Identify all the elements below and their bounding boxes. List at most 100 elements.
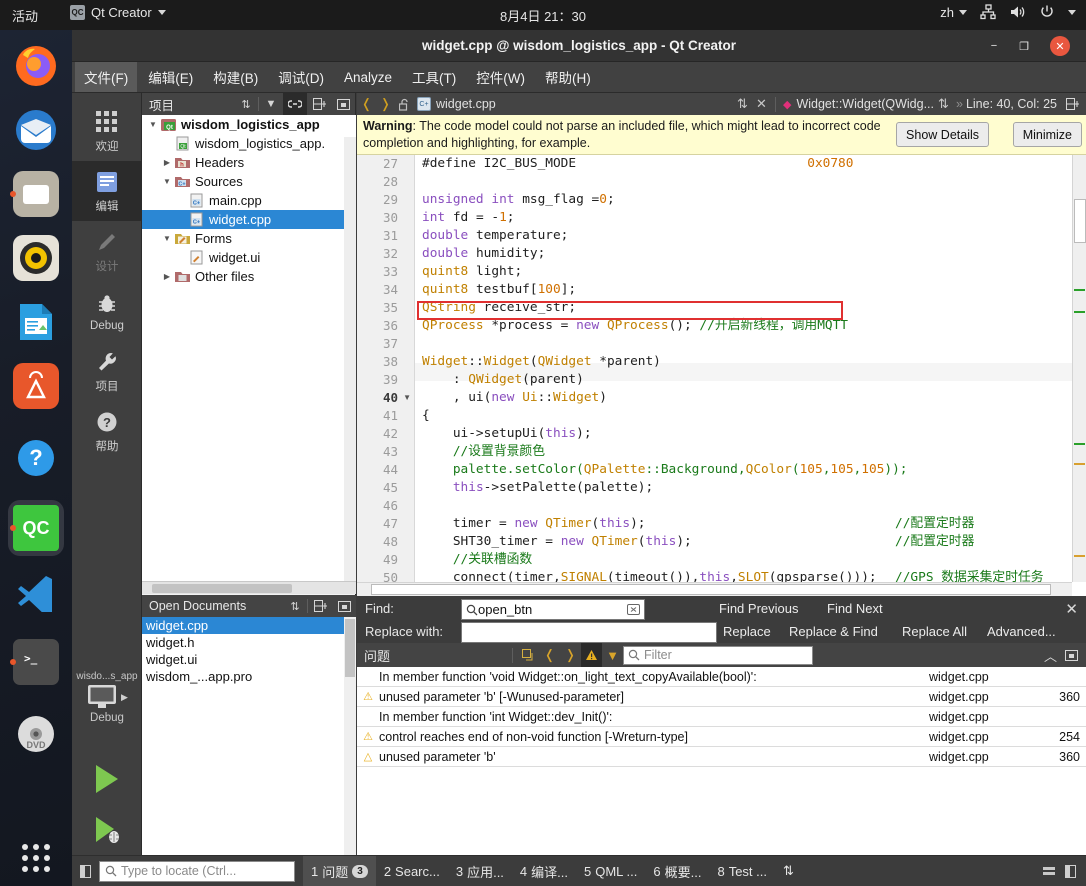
list-item[interactable]: widget.h (142, 634, 356, 651)
tree-item-forms[interactable]: ▼ Forms (142, 229, 356, 248)
symbol-combo-arrow-icon[interactable]: ⇅ (934, 93, 953, 115)
network-icon[interactable] (980, 4, 996, 20)
close-icon[interactable] (331, 93, 355, 115)
filter-input[interactable]: Filter (623, 645, 813, 665)
twisty-right-icon[interactable]: ▶ (160, 272, 174, 281)
fold-marker-icon[interactable]: ▼ (403, 389, 411, 407)
dock-item-libreoffice-writer[interactable] (8, 294, 64, 350)
copy-icon[interactable] (518, 643, 539, 667)
unlock-icon[interactable] (395, 93, 414, 115)
sidebar-toggle-icon[interactable] (80, 864, 91, 878)
dock-item-ubuntu-software[interactable] (8, 358, 64, 414)
clock[interactable]: 8月4日 21：30 (0, 6, 1086, 25)
run-button[interactable] (72, 753, 142, 805)
output-toggle-icon[interactable] (1065, 864, 1076, 878)
menu-build[interactable]: 构建(B) (204, 62, 267, 92)
mode-projects[interactable]: 项目 (72, 341, 142, 401)
advanced-button[interactable]: Advanced... (987, 624, 1056, 639)
clear-icon[interactable] (627, 604, 640, 615)
show-applications-button[interactable] (8, 830, 64, 886)
sort-icon[interactable]: ⇅ (283, 595, 307, 617)
tree-item-other-files[interactable]: ▶ Other files (142, 267, 356, 286)
list-item[interactable]: wisdom_...app.pro (142, 668, 356, 685)
dock-item-help[interactable]: ? (8, 430, 64, 486)
tab-compile[interactable]: 4 编译... (512, 856, 576, 886)
table-row[interactable]: In member function 'void Widget::on_ligh… (357, 667, 1086, 687)
chevron-up-icon[interactable]: ︿ (1040, 643, 1061, 667)
dock-item-dvd[interactable]: DVD (8, 706, 64, 762)
table-row[interactable]: ⚠ control reaches end of non-void functi… (357, 727, 1086, 747)
tree-item-pro-file[interactable]: Qt wisdom_logistics_app. (142, 134, 356, 153)
dock-item-vscode[interactable] (8, 564, 64, 620)
mode-welcome[interactable]: 欢迎 (72, 101, 142, 161)
warning-filter-icon[interactable] (581, 643, 602, 667)
close-icon[interactable]: ✕ (1065, 600, 1078, 618)
dock-item-qt-creator[interactable]: QC (8, 500, 64, 556)
table-row[interactable]: In member function 'int Widget::dev_Init… (357, 707, 1086, 727)
prev-icon[interactable]: ❬ (539, 643, 560, 667)
chevron-left-icon[interactable]: ❬ (357, 93, 376, 115)
language-indicator[interactable]: zh (940, 5, 967, 20)
minimize-warning-button[interactable]: Minimize (1012, 122, 1082, 147)
split-icon[interactable] (307, 93, 331, 115)
mode-debug[interactable]: Debug (72, 281, 142, 341)
next-icon[interactable]: ❭ (560, 643, 581, 667)
close-button[interactable]: ✕ (1050, 36, 1070, 56)
find-input[interactable]: open_btn (461, 599, 645, 620)
close-icon[interactable]: ✕ (752, 93, 771, 115)
tab-test[interactable]: 8 Test ... (709, 856, 775, 886)
mode-design[interactable]: 设计 (72, 221, 142, 281)
code-editor[interactable]: 27 28 29 30 31 32 33 34 35 36 37 38 39 4… (357, 155, 1086, 596)
find-next-button[interactable]: Find Next (827, 601, 883, 616)
split-icon[interactable] (1063, 93, 1082, 115)
menu-widgets[interactable]: 控件(W) (467, 62, 534, 92)
replace-all-button[interactable]: Replace All (902, 624, 967, 639)
menu-edit[interactable]: 编辑(E) (139, 62, 202, 92)
menu-file[interactable]: 文件(F) (75, 62, 138, 92)
list-item[interactable]: widget.cpp (142, 617, 356, 634)
chevron-right-icon[interactable]: ❭ (376, 93, 395, 115)
project-tree-vscrollbar[interactable] (344, 137, 356, 585)
show-details-button[interactable]: Show Details (896, 122, 989, 147)
minimize-button[interactable]: − (984, 36, 1004, 56)
mode-edit[interactable]: 编辑 (72, 161, 142, 221)
tree-item-sources[interactable]: ▼ C+ Sources (142, 172, 356, 191)
tab-qml[interactable]: 5 QML ... (576, 856, 645, 886)
tree-item-main-cpp[interactable]: C+ main.cpp (142, 191, 356, 210)
project-tree-hscrollbar[interactable] (142, 581, 356, 594)
tab-issues[interactable]: 1 问题 3 (303, 855, 376, 886)
symbol-combo[interactable]: ◆ Widget::Widget(QWidg... (780, 97, 934, 111)
maximize-button[interactable]: ❐ (1014, 36, 1034, 56)
kit-selector[interactable]: wisdo...s_app ▶ Debug (72, 671, 142, 724)
search-input[interactable]: Type to locate (Ctrl... (99, 860, 295, 882)
dock-item-files[interactable] (8, 166, 64, 222)
link-icon[interactable] (283, 93, 307, 115)
menu-help[interactable]: 帮助(H) (536, 62, 600, 92)
open-file-combo[interactable]: C+ widget.cpp (414, 97, 733, 111)
sort-icon[interactable]: ⇅ (234, 93, 258, 115)
debug-button[interactable] (72, 805, 142, 857)
filter-icon[interactable]: ▼ (259, 93, 283, 115)
table-row[interactable]: △ unused parameter 'b' widget.cpp 360 (357, 747, 1086, 767)
twisty-right-icon[interactable]: ▶ (160, 158, 174, 167)
list-item[interactable]: widget.ui (142, 651, 356, 668)
tree-item-widget-cpp[interactable]: C+ widget.cpp (142, 210, 356, 229)
table-row[interactable]: ⚠ unused parameter 'b' [-Wunused-paramet… (357, 687, 1086, 707)
filter-icon[interactable]: ▼ (602, 643, 623, 667)
tab-application[interactable]: 3 应用... (448, 856, 512, 886)
replace-input[interactable] (461, 622, 717, 643)
dock-item-thunderbird[interactable] (8, 102, 64, 158)
twisty-down-icon[interactable]: ▼ (146, 120, 160, 129)
replace-button[interactable]: Replace (723, 624, 771, 639)
menu-analyze[interactable]: Analyze (335, 65, 401, 90)
split-icon[interactable] (308, 595, 332, 617)
maximize-icon[interactable] (1061, 643, 1082, 667)
twisty-down-icon[interactable]: ▼ (160, 177, 174, 186)
menu-debug[interactable]: 调试(D) (269, 62, 333, 92)
close-icon[interactable] (332, 595, 356, 617)
open-documents-vscrollbar[interactable] (344, 617, 356, 886)
power-icon[interactable] (1039, 4, 1055, 20)
menu-tools[interactable]: 工具(T) (403, 62, 465, 92)
mode-help[interactable]: ? 帮助 (72, 401, 142, 461)
tree-item-project[interactable]: ▼ Qt wisdom_logistics_app (142, 115, 356, 134)
